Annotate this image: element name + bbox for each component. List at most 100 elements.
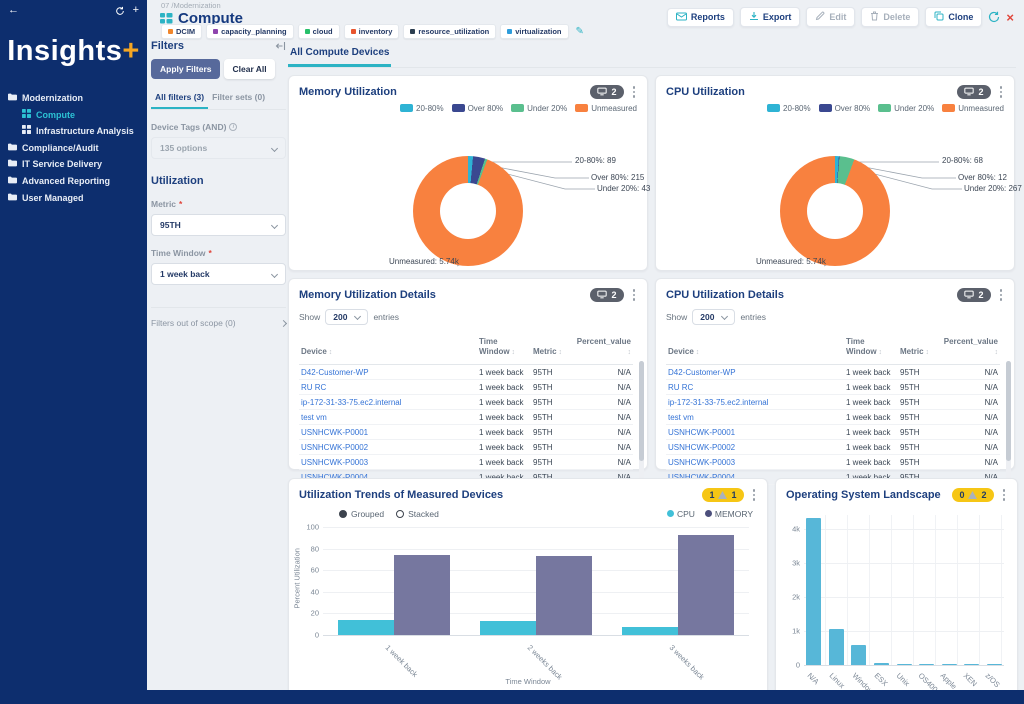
device-link[interactable]: RU RC xyxy=(666,380,844,395)
sidebar-item-advanced-reporting[interactable]: Advanced Reporting xyxy=(0,173,147,190)
kebab-menu[interactable] xyxy=(998,287,1005,303)
bar-z-os[interactable] xyxy=(987,664,1002,666)
cell: 95TH xyxy=(898,425,940,440)
device-link[interactable]: test vm xyxy=(299,410,477,425)
bar-memory[interactable] xyxy=(536,556,592,635)
sidebar-item-infrastructure-analysis[interactable]: Infrastructure Analysis xyxy=(0,123,147,140)
donut-label: Under 20%: 43 xyxy=(597,184,650,193)
table-row: ip-172-31-33-75.ec2.internal1 week back9… xyxy=(666,395,1000,410)
device-link[interactable]: RU RC xyxy=(299,380,477,395)
tab-all-filters[interactable]: All filters (3) xyxy=(151,89,208,109)
device-tags-select[interactable]: 135 options xyxy=(151,137,286,159)
donut-label: Unmeasured: 5.74k xyxy=(389,257,459,266)
scrollbar-thumb[interactable] xyxy=(1006,361,1011,461)
kebab-menu[interactable] xyxy=(1001,487,1008,503)
back-arrow-icon[interactable]: ← xyxy=(8,5,19,16)
add-icon[interactable]: + xyxy=(133,5,139,16)
device-link[interactable]: USNHCWK-P0001 xyxy=(299,425,477,440)
legend-item-unmeasured[interactable]: Unmeasured xyxy=(942,104,1004,113)
reports-button[interactable]: Reports xyxy=(667,8,734,27)
bar-windows[interactable] xyxy=(851,645,866,665)
legend-item-under-20-[interactable]: Under 20% xyxy=(511,104,567,113)
bar-esx[interactable] xyxy=(874,663,889,665)
device-link[interactable]: ip-172-31-33-75.ec2.internal xyxy=(299,395,477,410)
bar-unix[interactable] xyxy=(897,664,912,666)
device-link[interactable]: USNHCWK-P0001 xyxy=(666,425,844,440)
bar-cpu[interactable] xyxy=(480,621,536,635)
device-link[interactable]: USNHCWK-P0003 xyxy=(666,455,844,470)
device-link[interactable]: ip-172-31-33-75.ec2.internal xyxy=(666,395,844,410)
refresh-icon[interactable] xyxy=(115,6,125,16)
export-button[interactable]: Export xyxy=(740,7,801,27)
kebab-menu[interactable] xyxy=(631,287,638,303)
filters-out-of-scope[interactable]: Filters out of scope (0) xyxy=(151,307,286,328)
bar-n-a[interactable] xyxy=(806,518,821,665)
column-header-device[interactable]: Device ↕ xyxy=(299,335,477,365)
cell: N/A xyxy=(573,365,633,380)
bar-cpu[interactable] xyxy=(622,627,678,635)
metric-select[interactable]: 95TH xyxy=(151,214,286,236)
time-window-select[interactable]: 1 week back xyxy=(151,263,286,285)
bar-xen[interactable] xyxy=(964,664,979,666)
legend-item-over-80-[interactable]: Over 80% xyxy=(452,104,504,113)
device-link[interactable]: USNHCWK-P0003 xyxy=(299,455,477,470)
sidebar-item-modernization[interactable]: Modernization xyxy=(0,90,147,107)
column-header-time-window[interactable]: Time Window ↕ xyxy=(477,335,531,365)
sidebar-item-user-managed[interactable]: User Managed xyxy=(0,190,147,207)
bar-os400[interactable] xyxy=(919,664,934,666)
bar-memory[interactable] xyxy=(678,535,734,635)
legend-item-over-80-[interactable]: Over 80% xyxy=(819,104,871,113)
delete-button[interactable]: Delete xyxy=(861,7,919,27)
clone-button[interactable]: Clone xyxy=(925,7,982,27)
edit-button[interactable]: Edit xyxy=(806,7,855,27)
column-header-percent-value[interactable]: Percent_value ↕ xyxy=(573,335,633,365)
tab-filter-sets[interactable]: Filter sets (0) xyxy=(208,89,269,109)
legend-item-under-20-[interactable]: Under 20% xyxy=(878,104,934,113)
table-scrollbar[interactable] xyxy=(1006,361,1011,493)
kebab-menu[interactable] xyxy=(751,487,758,503)
cpu-details-card: CPU Utilization Details2Show200entriesDe… xyxy=(655,278,1015,470)
gridline xyxy=(323,635,749,636)
sidebar-item-it-service-delivery[interactable]: IT Service Delivery xyxy=(0,156,147,173)
device-link[interactable]: D42-Customer-WP xyxy=(299,365,477,380)
radio-stacked[interactable]: Stacked xyxy=(396,509,439,519)
cell: 1 week back xyxy=(477,425,531,440)
column-header-metric[interactable]: Metric ↕ xyxy=(531,335,573,365)
table-row: test vm1 week back95THN/A xyxy=(299,410,633,425)
legend-item-unmeasured[interactable]: Unmeasured xyxy=(575,104,637,113)
kebab-menu[interactable] xyxy=(631,84,638,100)
scrollbar-thumb[interactable] xyxy=(639,361,644,461)
legend-cpu[interactable]: CPU xyxy=(667,509,695,519)
bar-memory[interactable] xyxy=(394,555,450,635)
page-size-select[interactable]: 200 xyxy=(325,309,368,325)
sidebar-item-compute[interactable]: Compute xyxy=(0,107,147,124)
column-header-metric[interactable]: Metric ↕ xyxy=(898,335,940,365)
page-size-select[interactable]: 200 xyxy=(692,309,735,325)
clear-all-button[interactable]: Clear All xyxy=(224,59,274,79)
column-header-device[interactable]: Device ↕ xyxy=(666,335,844,365)
radio-grouped[interactable]: Grouped xyxy=(339,509,384,519)
legend-memory[interactable]: MEMORY xyxy=(705,509,753,519)
column-header-time-window[interactable]: Time Window ↕ xyxy=(844,335,898,365)
close-icon[interactable]: × xyxy=(1006,11,1014,24)
legend-item-20-80-[interactable]: 20-80% xyxy=(400,104,444,113)
apply-filters-button[interactable]: Apply Filters xyxy=(151,59,220,79)
device-link[interactable]: USNHCWK-P0002 xyxy=(299,440,477,455)
legend-item-20-80-[interactable]: 20-80% xyxy=(767,104,811,113)
sidebar-item-compliance-audit[interactable]: Compliance/Audit xyxy=(0,140,147,157)
tab-all-compute-devices[interactable]: All Compute Devices xyxy=(288,43,391,67)
device-link[interactable]: D42-Customer-WP xyxy=(666,365,844,380)
refresh-icon[interactable] xyxy=(988,11,1000,23)
edit-tags-pencil-icon[interactable]: ✎ xyxy=(576,26,584,37)
tag-dot-icon xyxy=(507,29,512,34)
kebab-menu[interactable] xyxy=(998,84,1005,100)
collapse-panel-icon[interactable] xyxy=(275,41,286,51)
device-link[interactable]: USNHCWK-P0002 xyxy=(666,440,844,455)
table-row: USNHCWK-P00021 week back95THN/A xyxy=(666,440,1000,455)
device-link[interactable]: test vm xyxy=(666,410,844,425)
column-header-percent-value[interactable]: Percent_value ↕ xyxy=(940,335,1000,365)
bar-cpu[interactable] xyxy=(338,620,394,635)
table-scrollbar[interactable] xyxy=(639,361,644,493)
bar-apple[interactable] xyxy=(942,664,957,666)
bar-linux[interactable] xyxy=(829,629,844,665)
